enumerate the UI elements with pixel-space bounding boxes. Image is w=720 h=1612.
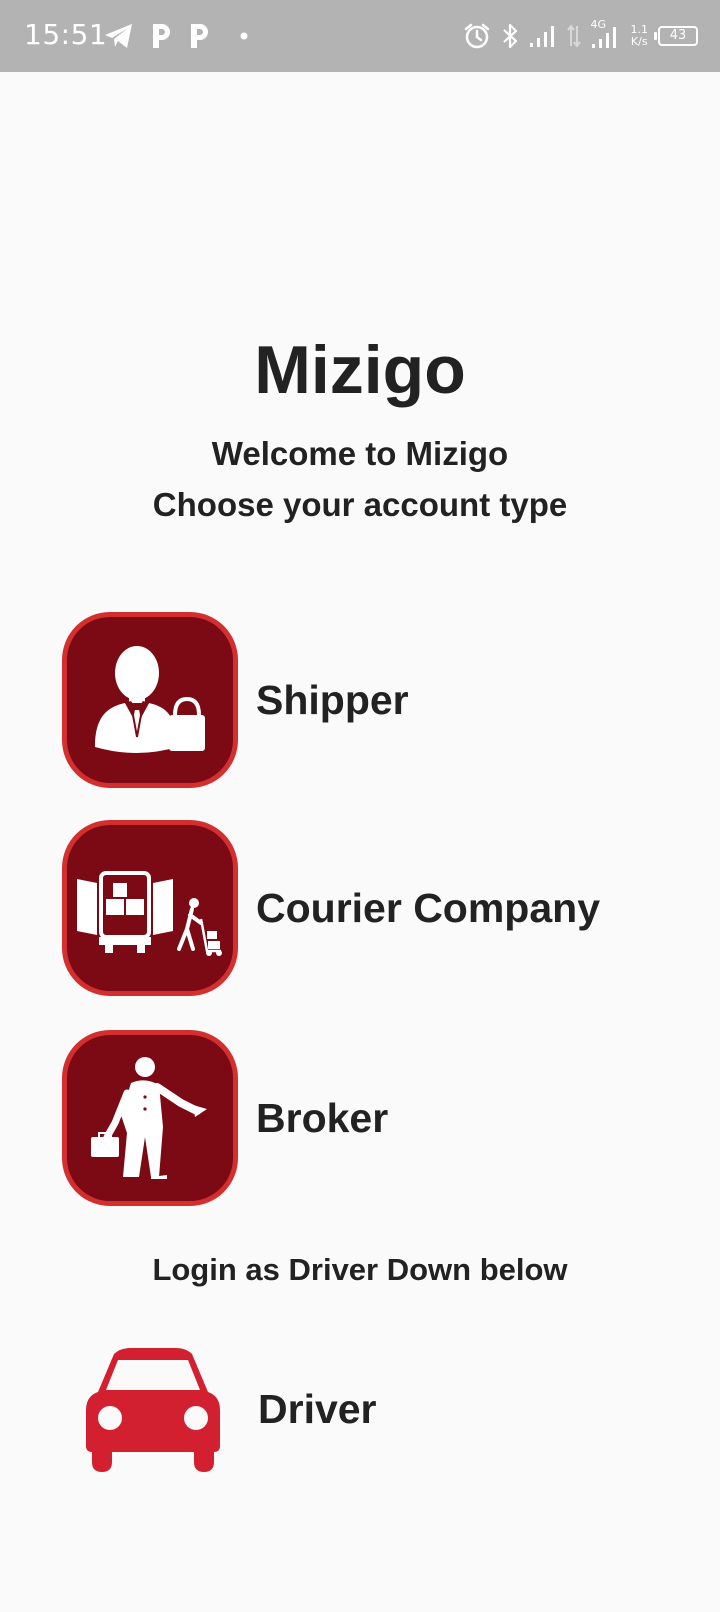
battery-icon: 43 — [654, 26, 698, 46]
choose-account-text: Choose your account type — [152, 486, 568, 523]
system-icons: 4G 1.1 K/s 43 — [463, 18, 698, 54]
app-title: Mizigo — [254, 332, 466, 408]
courier-truck-icon[interactable] — [62, 820, 238, 996]
p-app-icon — [188, 22, 210, 50]
broker-label[interactable]: Broker — [256, 1095, 388, 1142]
shipper-icon[interactable] — [62, 612, 238, 788]
signal-4g-icon: 4G — [591, 18, 621, 49]
net-speed-unit: K/s — [630, 35, 648, 48]
courier-company-option[interactable]: Courier Company — [62, 818, 662, 998]
welcome-text: Welcome to Mizigo — [211, 435, 509, 472]
car-icon[interactable] — [84, 1346, 222, 1472]
notification-icons — [104, 20, 248, 52]
driver-label[interactable]: Driver — [258, 1386, 377, 1433]
status-time: 15:51 — [24, 18, 108, 51]
bluetooth-icon — [501, 22, 519, 50]
telegram-icon — [104, 23, 134, 49]
driver-prompt-text: Login as Driver Down below — [152, 1252, 568, 1287]
alarm-icon — [463, 22, 491, 50]
dot-icon — [240, 32, 248, 40]
data-arrows-icon — [566, 24, 581, 48]
shipper-label[interactable]: Shipper — [256, 677, 409, 724]
driver-option[interactable]: Driver — [84, 1346, 584, 1472]
signal-icon — [529, 24, 557, 48]
network-type-label: 4G — [590, 18, 607, 31]
p-app-icon — [150, 22, 172, 50]
shipper-option[interactable]: Shipper — [62, 610, 662, 790]
courier-company-label[interactable]: Courier Company — [256, 885, 600, 932]
network-speed: 1.1 K/s — [631, 24, 649, 48]
broker-option[interactable]: Broker — [62, 1028, 662, 1208]
broker-icon[interactable] — [62, 1030, 238, 1206]
status-bar: 15:51 4G 1.1 K/s 43 — [0, 0, 720, 72]
